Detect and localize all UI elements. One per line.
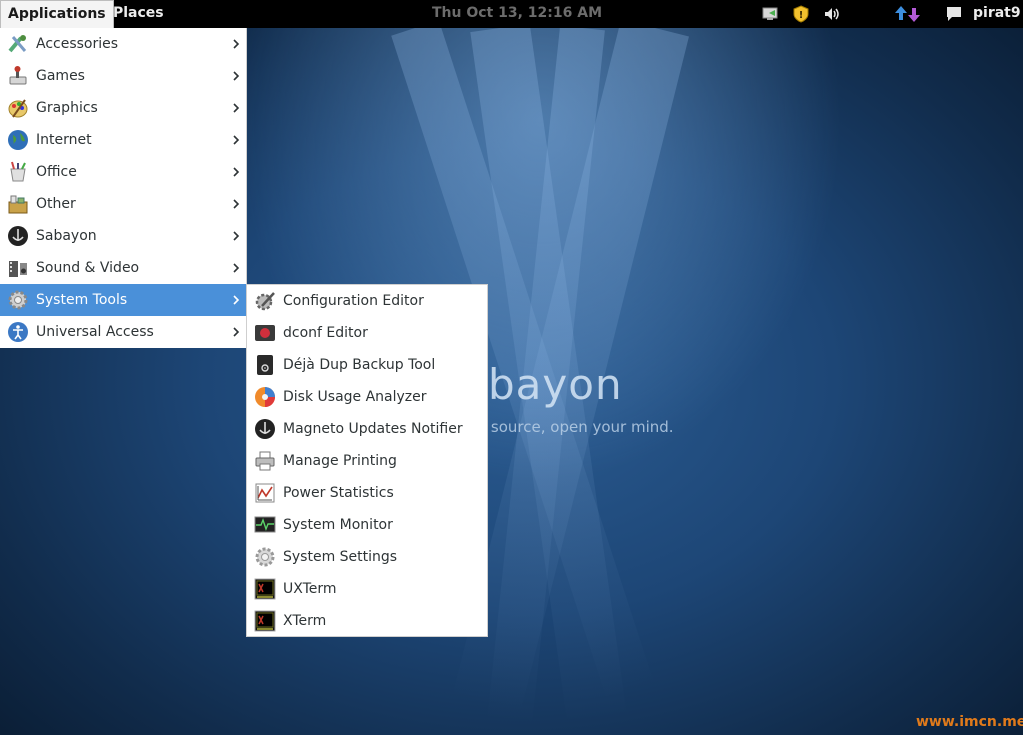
other-icon [8, 195, 28, 214]
power-statistics-icon [255, 483, 275, 503]
menu-item-label: Accessories [36, 36, 119, 52]
chevron-right-icon [233, 327, 240, 337]
chevron-right-icon [233, 263, 240, 273]
system-tools-icon [8, 290, 28, 310]
accessories-icon [8, 35, 27, 53]
submenu-item-manage-printing[interactable]: Manage Printing [247, 445, 487, 477]
magneto-icon [255, 419, 275, 439]
network-arrows-icon[interactable] [894, 5, 922, 23]
menu-item-internet[interactable]: Internet [0, 124, 246, 156]
submenu-item-label: dconf Editor [283, 325, 368, 341]
menu-item-accessories[interactable]: Accessories [0, 28, 246, 60]
office-icon [10, 161, 26, 182]
menu-item-label: Sound & Video [36, 260, 140, 276]
configuration-editor-icon [255, 292, 275, 311]
system-tools-submenu: Configuration Editor dconf Editor Déjà D… [246, 284, 488, 637]
places-menu-button[interactable]: Places [105, 0, 172, 28]
submenu-item-system-settings[interactable]: System Settings [247, 541, 487, 573]
submenu-item-label: Magneto Updates Notifier [283, 421, 463, 437]
chevron-right-icon [233, 103, 240, 113]
menu-item-universal-access[interactable]: Universal Access [0, 316, 246, 348]
submenu-item-label: Déjà Dup Backup Tool [283, 357, 436, 373]
top-panel: Applications Places Thu Oct 13, 12:16 AM… [0, 0, 1023, 28]
menu-item-label: Other [36, 196, 76, 212]
submenu-item-configuration-editor[interactable]: Configuration Editor [247, 285, 487, 317]
menu-item-label: Office [36, 164, 77, 180]
menu-item-sabayon[interactable]: Sabayon [0, 220, 246, 252]
chevron-right-icon [233, 39, 240, 49]
globe-icon [8, 130, 28, 150]
shield-icon[interactable]: ! [792, 5, 810, 23]
universal-access-icon [8, 322, 28, 342]
system-monitor-icon [254, 516, 276, 533]
submenu-item-label: Disk Usage Analyzer [283, 389, 427, 405]
menu-item-label: Games [36, 68, 85, 84]
chevron-right-icon [233, 71, 240, 81]
submenu-item-label: XTerm [283, 613, 327, 629]
graphics-icon [8, 99, 28, 118]
menu-item-label: Internet [36, 132, 92, 148]
submenu-item-system-monitor[interactable]: System Monitor [247, 509, 487, 541]
submenu-item-dconf-editor[interactable]: dconf Editor [247, 317, 487, 349]
submenu-item-label: System Monitor [283, 517, 393, 533]
submenu-item-label: Configuration Editor [283, 293, 424, 309]
submenu-item-deja-dup[interactable]: Déjà Dup Backup Tool [247, 349, 487, 381]
sound-video-icon [9, 261, 27, 277]
menu-item-graphics[interactable]: Graphics [0, 92, 246, 124]
svg-text:!: ! [799, 10, 804, 21]
chevron-right-icon [233, 231, 240, 241]
applications-menu-button[interactable]: Applications [0, 0, 114, 28]
menu-item-office[interactable]: Office [0, 156, 246, 188]
wallpaper-tagline: r source, open your mind. [480, 418, 674, 436]
chevron-right-icon [233, 167, 240, 177]
menu-item-label: System Tools [36, 292, 128, 308]
display-icon[interactable] [761, 5, 779, 23]
clock[interactable]: Thu Oct 13, 12:16 AM [424, 0, 610, 28]
submenu-item-magneto[interactable]: Magneto Updates Notifier [247, 413, 487, 445]
menu-item-label: Universal Access [36, 324, 154, 340]
menu-item-games[interactable]: Games [0, 60, 246, 92]
submenu-item-label: System Settings [283, 549, 398, 565]
submenu-item-label: Power Statistics [283, 485, 394, 501]
backup-icon [257, 355, 273, 375]
user-menu-button[interactable]: pirat9 [965, 0, 1023, 28]
applications-menu: Accessories Games Graphics Internet Offi… [0, 28, 247, 348]
chat-icon[interactable] [945, 5, 963, 23]
chevron-right-icon [233, 135, 240, 145]
watermark: www.imcn.me [916, 714, 1023, 730]
printer-icon [255, 451, 275, 471]
sabayon-icon [8, 226, 28, 246]
games-icon [9, 66, 27, 85]
chevron-right-icon [233, 295, 240, 305]
menu-item-label: Sabayon [36, 228, 97, 244]
wallpaper-brand-text: bayon [488, 360, 623, 409]
submenu-item-xterm[interactable]: XTerm [247, 605, 487, 637]
submenu-item-power-statistics[interactable]: Power Statistics [247, 477, 487, 509]
dconf-editor-icon [255, 325, 275, 341]
menu-item-other[interactable]: Other [0, 188, 246, 220]
xterm-icon [254, 610, 276, 632]
menu-item-sound-video[interactable]: Sound & Video [0, 252, 246, 284]
menu-item-system-tools[interactable]: System Tools [0, 284, 246, 316]
system-settings-icon [255, 547, 275, 567]
submenu-item-uxterm[interactable]: UXTerm [247, 573, 487, 605]
disk-usage-icon [255, 387, 275, 407]
uxterm-icon [254, 578, 276, 600]
menu-item-label: Graphics [36, 100, 98, 116]
submenu-item-label: Manage Printing [283, 453, 397, 469]
volume-icon[interactable] [823, 5, 841, 23]
submenu-item-label: UXTerm [283, 581, 337, 597]
submenu-item-disk-usage-analyzer[interactable]: Disk Usage Analyzer [247, 381, 487, 413]
chevron-right-icon [233, 199, 240, 209]
